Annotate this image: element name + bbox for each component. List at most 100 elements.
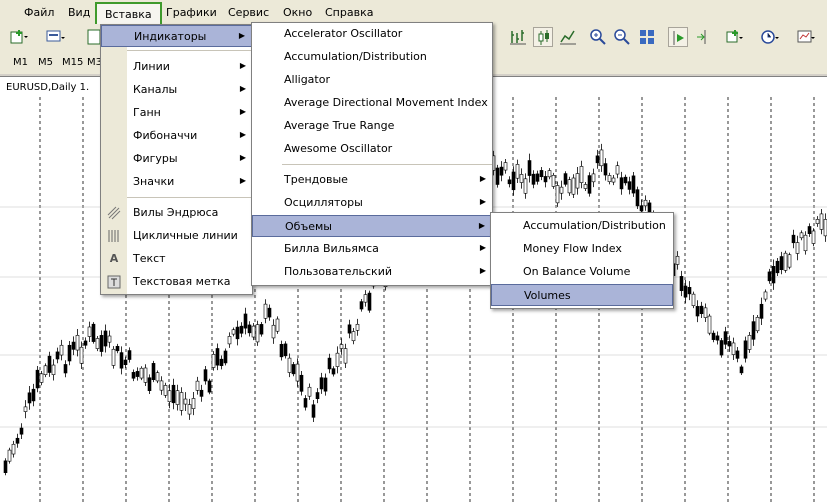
- candle-body: [7, 449, 12, 462]
- menu-item-oscillators[interactable]: Осцилляторы ▶: [252, 192, 492, 214]
- candle-body: [83, 340, 88, 346]
- zoom-out-icon[interactable]: [612, 27, 632, 47]
- menu-separator: [127, 197, 252, 198]
- menu-item-money-flow-index[interactable]: Money Flow Index: [491, 238, 673, 260]
- candle-body: [535, 173, 540, 182]
- candle-body: [235, 326, 240, 340]
- candle-body: [627, 181, 632, 190]
- add-indicator-icon[interactable]: [725, 27, 745, 47]
- candle-body: [527, 160, 532, 176]
- menu-item-shapes[interactable]: Фигуры ▶: [101, 148, 252, 170]
- candlestick-chart-icon[interactable]: [533, 27, 553, 47]
- menu-item-channels[interactable]: Каналы ▶: [101, 79, 252, 101]
- menu-tools[interactable]: Сервис: [228, 6, 269, 19]
- candle-body: [271, 324, 276, 339]
- new-chart-icon[interactable]: [8, 27, 28, 47]
- candle-body: [359, 301, 364, 310]
- timeframe-m15[interactable]: M15: [62, 57, 83, 68]
- candle-body: [27, 392, 32, 404]
- profiles-icon[interactable]: [45, 27, 65, 47]
- candle-body: [595, 155, 600, 164]
- menu-item-trend[interactable]: Трендовые ▶: [252, 169, 492, 191]
- candle-body: [251, 325, 256, 338]
- candle-body: [559, 186, 564, 194]
- menu-item-accumulation-distribution[interactable]: Accumulation/Distribution: [252, 46, 492, 68]
- candle-body: [11, 443, 16, 455]
- candle-body: [99, 335, 104, 352]
- bar-chart-icon[interactable]: [508, 27, 528, 47]
- menu-item-cycle-lines[interactable]: Цикличные линии: [101, 225, 252, 247]
- candle-body: [523, 178, 528, 194]
- periods-clock-icon[interactable]: [760, 27, 780, 47]
- menu-window[interactable]: Окно: [283, 6, 312, 19]
- menu-item-awesome-oscillator[interactable]: Awesome Oscillator: [252, 138, 492, 160]
- templates-icon[interactable]: [796, 27, 816, 47]
- menu-file[interactable]: Файл: [24, 6, 54, 19]
- menu-item-atr[interactable]: Average True Range: [252, 115, 492, 137]
- candle-body: [51, 364, 56, 375]
- candle-body: [703, 307, 708, 318]
- candle-body: [71, 341, 76, 350]
- menu-item-volumes[interactable]: Объемы ▶: [252, 215, 492, 237]
- submenu-arrow-icon: ▶: [479, 197, 486, 206]
- candle-body: [319, 377, 324, 390]
- candle-body: [207, 380, 212, 393]
- candle-body: [631, 175, 636, 194]
- zoom-in-icon[interactable]: [588, 27, 608, 47]
- candle-body: [755, 317, 760, 332]
- candle-body: [751, 321, 756, 340]
- candle-body: [555, 185, 560, 204]
- menu-item-andrews-pitchfork[interactable]: Вилы Эндрюса: [101, 202, 252, 224]
- menu-item-bill-williams[interactable]: Билла Вильямса ▶: [252, 238, 492, 260]
- candle-body: [607, 175, 612, 183]
- candle-body: [223, 350, 228, 364]
- candle-body: [563, 173, 568, 185]
- timeframe-m1[interactable]: M1: [13, 57, 28, 68]
- text-icon: A: [109, 252, 119, 265]
- menu-item-text[interactable]: A Текст: [101, 248, 252, 270]
- chart-shift-icon[interactable]: [693, 27, 713, 47]
- line-chart-icon[interactable]: [558, 27, 578, 47]
- candle-body: [791, 234, 796, 244]
- candle-body: [63, 364, 68, 374]
- menu-item-text-label[interactable]: Текстовая метка: [101, 271, 252, 293]
- menu-item-volumes-indicator[interactable]: Volumes: [491, 284, 673, 306]
- candle-body: [331, 368, 336, 375]
- candle-body: [31, 388, 36, 402]
- menu-item-adx[interactable]: Average Directional Movement Index: [252, 92, 492, 114]
- menu-item-volumes-ad[interactable]: Accumulation/Distribution: [491, 215, 673, 237]
- candle-body: [783, 252, 788, 271]
- candle-body: [203, 369, 208, 382]
- menu-charts[interactable]: Графики: [166, 6, 217, 19]
- menu-item-indicators[interactable]: Индикаторы ▶: [101, 25, 252, 47]
- menu-item-gann[interactable]: Ганн ▶: [101, 102, 252, 124]
- menu-item-on-balance-volume[interactable]: On Balance Volume: [491, 261, 673, 283]
- menu-separator: [282, 164, 492, 165]
- candle-body: [327, 357, 332, 370]
- menu-item-custom[interactable]: Пользовательский ▶: [252, 261, 492, 283]
- candle-body: [603, 163, 608, 176]
- tile-windows-icon[interactable]: [637, 27, 657, 47]
- menu-item-lines[interactable]: Линии ▶: [101, 56, 252, 78]
- candle-body: [123, 359, 128, 366]
- menu-item-fibonacci[interactable]: Фибоначчи ▶: [101, 125, 252, 147]
- submenu-arrow-icon: ▶: [478, 221, 485, 230]
- candle-body: [787, 254, 792, 268]
- candle-body: [815, 219, 820, 224]
- menu-view[interactable]: Вид: [68, 6, 90, 19]
- candle-body: [151, 363, 156, 380]
- candle-body: [219, 358, 224, 366]
- candle-body: [55, 351, 60, 360]
- chart-symbol-label: EURUSD,Daily 1.: [6, 82, 90, 93]
- menu-help[interactable]: Справка: [325, 6, 373, 19]
- candle-body: [579, 166, 584, 183]
- menu-item-alligator[interactable]: Alligator: [252, 69, 492, 91]
- timeframe-m5[interactable]: M5: [38, 57, 53, 68]
- autoscroll-icon[interactable]: [668, 27, 688, 47]
- candle-body: [811, 230, 816, 244]
- menu-item-accelerator-oscillator[interactable]: Accelerator Oscillator: [252, 23, 492, 45]
- text-label-icon: [107, 275, 121, 289]
- candle-body: [279, 344, 284, 358]
- menu-item-arrows[interactable]: Значки ▶: [101, 171, 252, 193]
- candle-body: [623, 176, 628, 184]
